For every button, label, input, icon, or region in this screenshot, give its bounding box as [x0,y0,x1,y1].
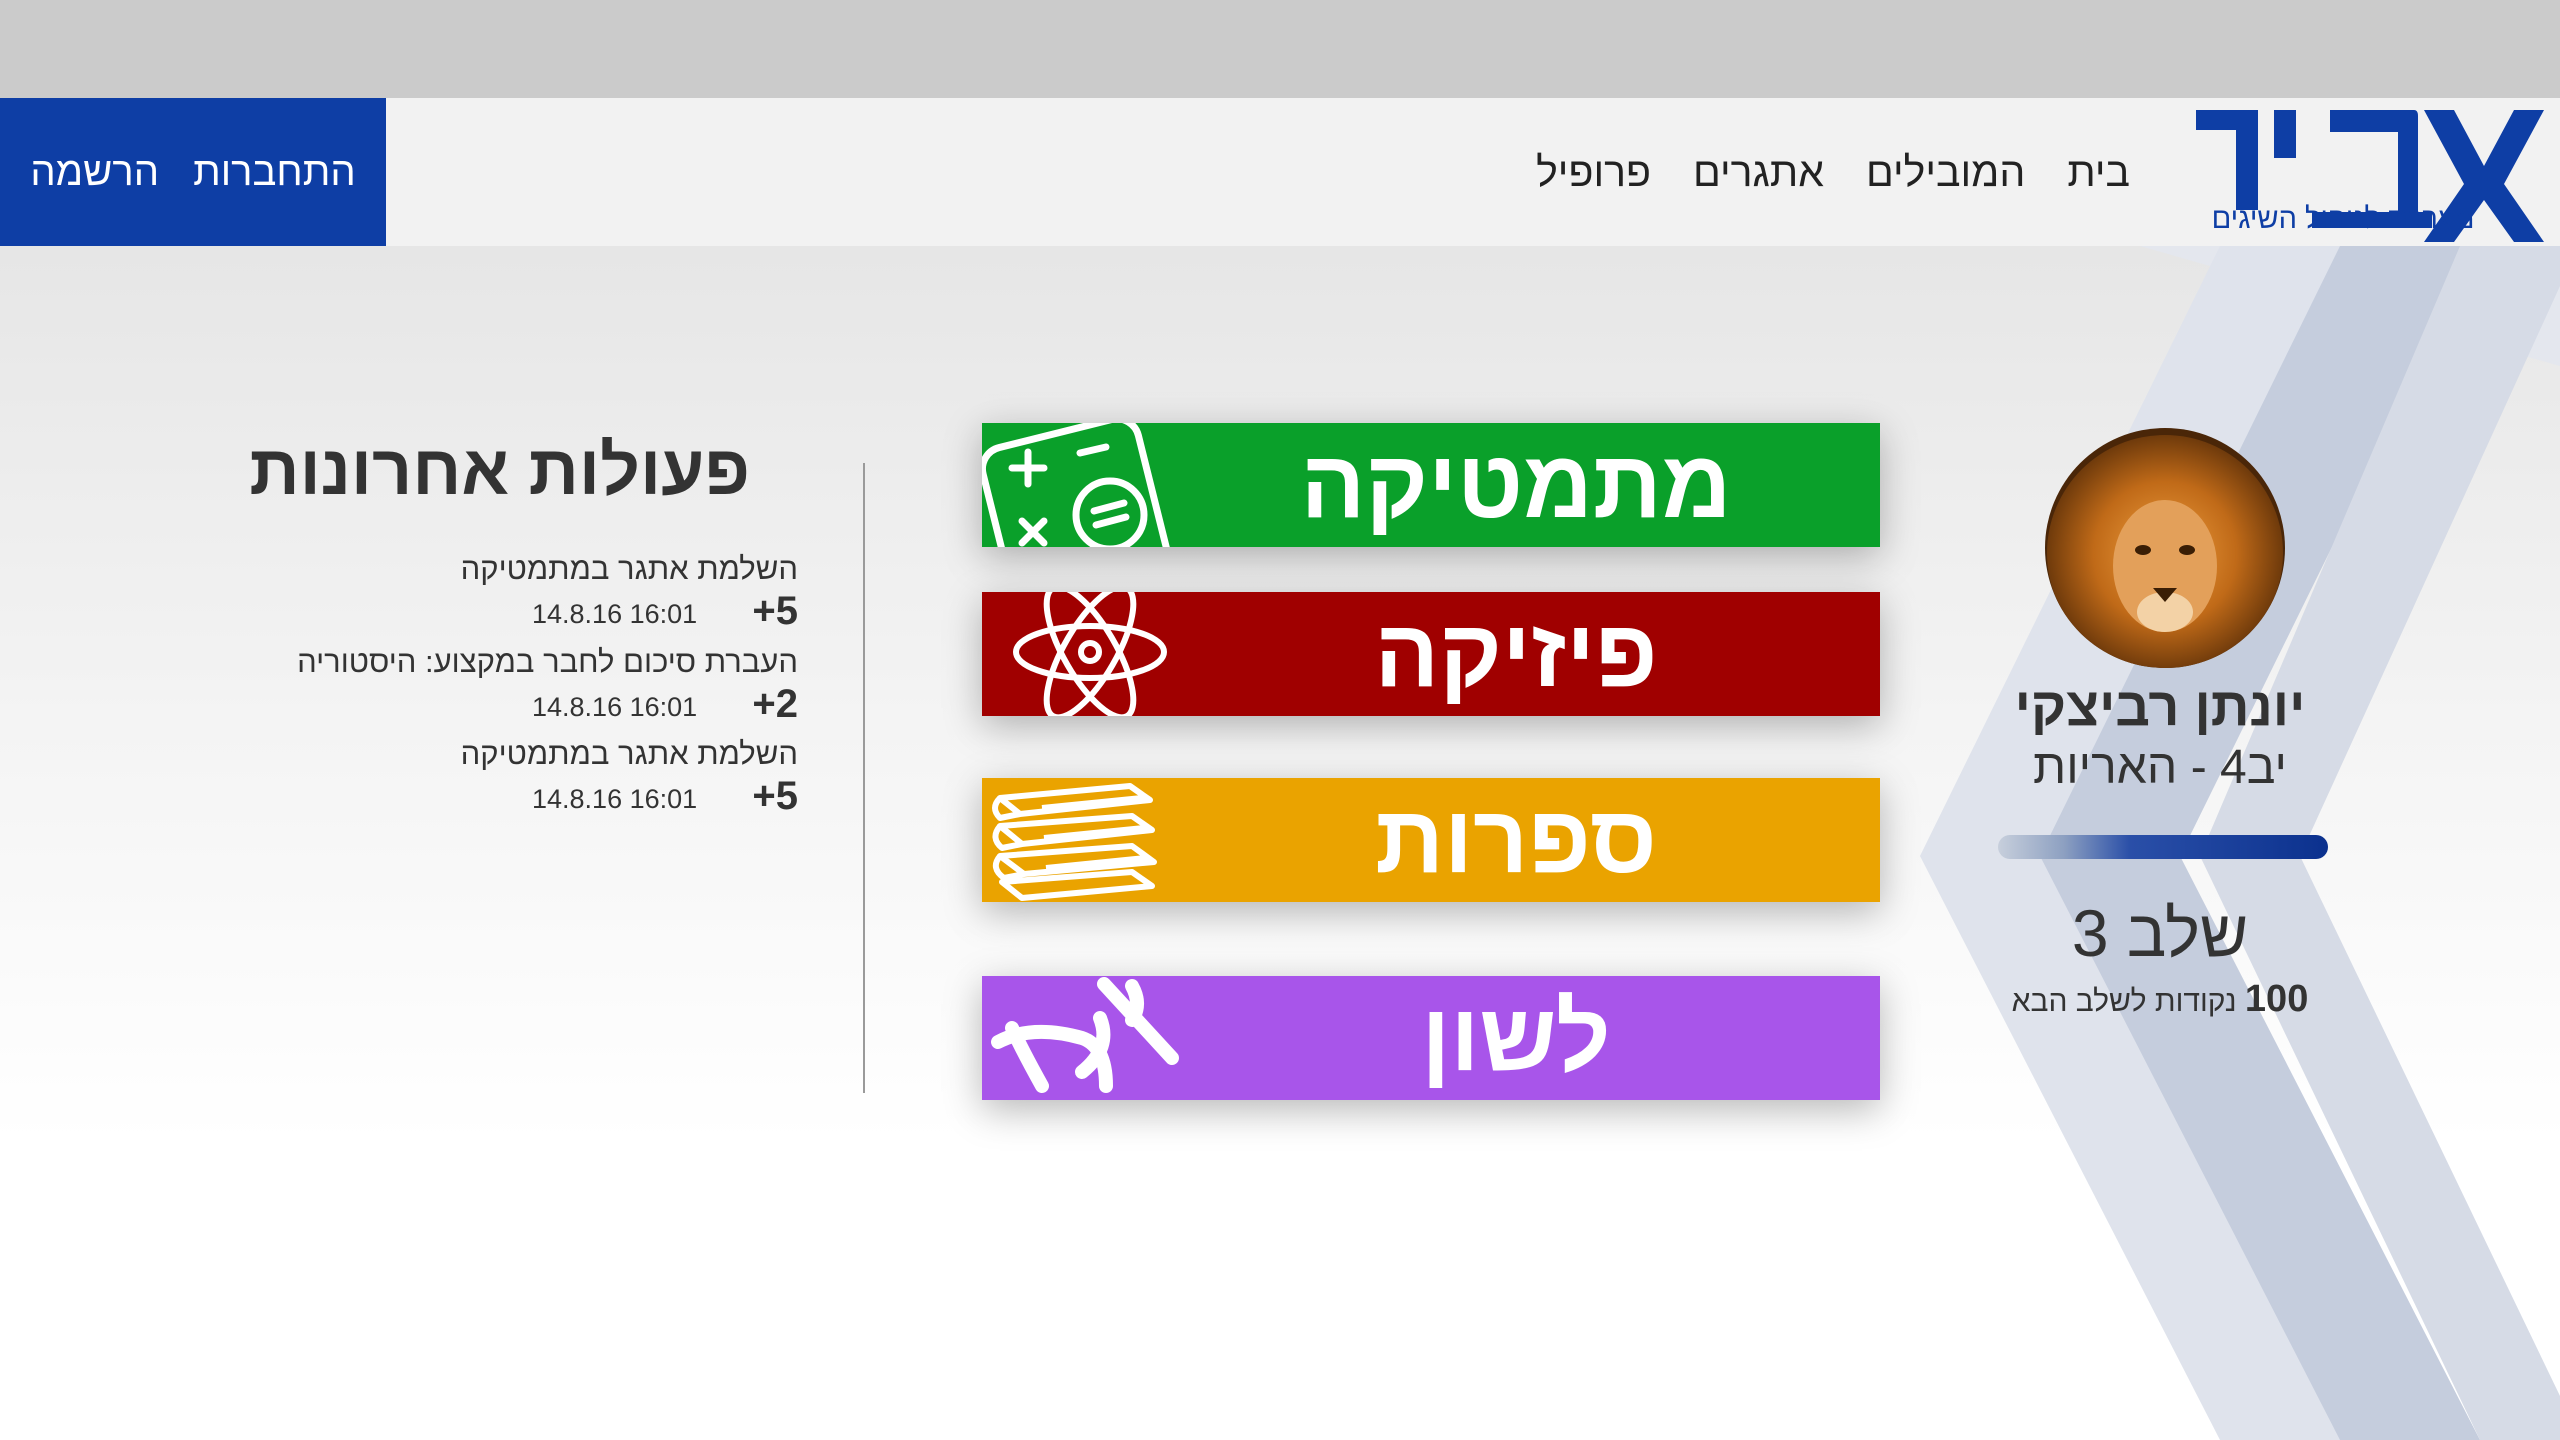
nav-home[interactable]: בית [2067,149,2130,196]
recent-actions-title: פעולות אחרונות [249,431,750,509]
main-nav: בית המובילים אתגרים פרופיל [1536,98,2130,246]
logo-subtitle: מערכת לניהול השיגים [2211,203,2475,235]
lion-avatar[interactable] [2045,428,2285,668]
subject-literature-label: ספרות [1375,786,1657,893]
recent-action-time: 14.8.16 16:01 [532,784,698,814]
login-link[interactable]: התחברות [193,150,356,195]
recent-action-desc: השלמת אתגר במתמטיקה [460,551,798,586]
recent-action-time: 14.8.16 16:01 [532,599,698,629]
level-label: שלב 3 [2071,896,2249,970]
subject-physics-button[interactable]: פיזיקה [982,592,1880,716]
nav-leaders[interactable]: המובילים [1866,149,2025,196]
subject-math-label: מתמטיקה [1300,431,1732,538]
browser-top-bar [0,0,2560,98]
recent-action-points: +5 [752,589,798,633]
recent-action-item: השלמת אתגר במתמטיקה 14.8.16 16:01 +5 [200,551,798,641]
subject-language-label: לשון [1421,984,1611,1091]
subject-literature-button[interactable]: ספרות [982,778,1880,902]
section-divider [863,463,865,1093]
next-level-info: 100 נקודות לשלב הבא [1960,978,2360,1021]
recent-action-item: השלמת אתגר במתמטיקה 14.8.16 16:01 +5 [200,736,798,826]
next-level-text: נקודות לשלב הבא [2011,985,2237,1018]
recent-action-desc: העברת סיכום לחבר במקצוע: היסטוריה [297,644,798,679]
subject-language-button[interactable]: לשון [982,976,1880,1100]
register-link[interactable]: הרשמה [30,150,159,195]
recent-action-points: +2 [752,682,798,726]
recent-action-item: העברת סיכום לחבר במקצוע: היסטוריה 14.8.1… [200,644,798,734]
next-level-points: 100 [2244,978,2309,1020]
nav-challenges[interactable]: אתגרים [1693,149,1824,196]
logo[interactable]: מערכת לניהול השיגים [2192,104,2544,242]
level-progress-bar [1998,835,2328,859]
recent-action-points: +5 [752,774,798,818]
user-name: יונתן רביצקי [2014,677,2306,737]
recent-action-time: 14.8.16 16:01 [532,692,698,722]
subject-math-button[interactable]: מתמטיקה [982,423,1880,547]
lion-icon [2045,428,2285,668]
nav-profile[interactable]: פרופיל [1536,149,1651,196]
user-group: יב4 - האריות [2033,741,2287,794]
auth-box: התחברות הרשמה [0,98,386,246]
recent-action-desc: השלמת אתגר במתמטיקה [460,736,798,771]
subject-physics-label: פיזיקה [1374,600,1658,707]
